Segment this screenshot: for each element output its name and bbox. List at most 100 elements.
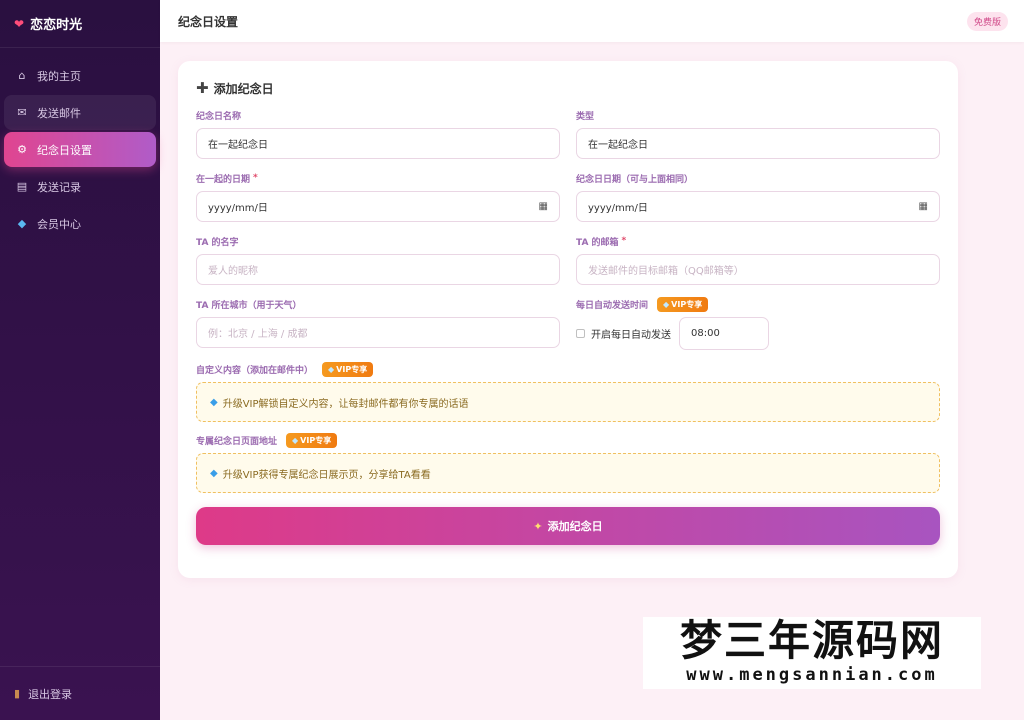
auto-send-time-input[interactable]: 08:00 [679,317,769,350]
sidebar-item-home[interactable]: ⌂ 我的主页 [4,58,156,93]
brand-name: 恋恋时光 [30,18,83,33]
diamond-icon: ◆ [17,217,27,230]
diamond-icon: ◆ [292,435,299,445]
page-url-label: 专属纪念日页面地址 ◆ VIP专享 [196,432,940,448]
name-label: 纪念日名称 [196,111,242,122]
page-url-upsell-text: 升级VIP获得专属纪念日展示页，分享给TA看看 [222,469,431,481]
ta-email-label-text: TA 的邮箱 [576,237,619,248]
sidebar-nav: ⌂ 我的主页 ✉ 发送邮件 ⚙ 纪念日设置 ▤ 发送记录 ◆ 会员中心 [0,48,160,241]
sidebar-item-label: 纪念日设置 [37,143,92,157]
vip-badge: ◆ VIP专享 [286,432,338,448]
ta-email-placeholder: 发送邮件的目标邮箱（QQ邮箱等） [588,266,744,277]
sidebar-item-send-mail[interactable]: ✉ 发送邮件 [4,95,156,130]
topbar: 纪念日设置 免费版 [160,0,1024,42]
ta-city-placeholder: 例：北京 / 上海 / 成都 [208,329,308,340]
logout-button[interactable]: ▮ 退出登录 [0,666,160,720]
together-date-label-text: 在一起的日期 [196,174,251,185]
ta-name-label: TA 的名字 [196,237,239,248]
ta-name-placeholder: 爱人的昵称 [208,266,258,277]
together-date-group: 在一起的日期 * yyyy/mm/日 ▦ [196,172,560,222]
plus-icon: ✚ [196,79,209,97]
page-title: 纪念日设置 [178,14,239,29]
diamond-icon: ◆ [210,396,218,408]
anniv-date-label: 纪念日日期（可与上面相同） [576,174,694,185]
auto-send-checkbox[interactable] [576,329,585,338]
ta-email-input[interactable]: 发送邮件的目标邮箱（QQ邮箱等） [576,254,940,285]
type-value: 在一起纪念日 [588,140,648,151]
sidebar: ❤ 恋恋时光 ⌂ 我的主页 ✉ 发送邮件 ⚙ 纪念日设置 ▤ 发送记录 ◆ 会员… [0,0,160,720]
sidebar-item-label: 发送邮件 [37,106,81,120]
ta-city-label: TA 所在城市（用于天气） [196,300,302,311]
card-title-text: 添加纪念日 [213,81,274,96]
records-icon: ▤ [16,180,28,193]
auto-send-row: 开启每日自动发送 08:00 [576,317,940,350]
anniv-date-group: 纪念日日期（可与上面相同） yyyy/mm/日 ▦ [576,172,940,222]
vip-badge-text: VIP专享 [671,299,703,309]
type-label: 类型 [576,111,595,122]
sparkle-icon: ✦ [533,519,543,533]
custom-content-label: 自定义内容（添加在邮件中） ◆ VIP专享 [196,361,940,377]
sidebar-item-anniversary-settings[interactable]: ⚙ 纪念日设置 [4,132,156,167]
together-date-value: yyyy/mm/日 [208,203,268,214]
vip-badge: ◆ VIP专享 [657,296,709,312]
watermark-cn: 梦三年源码网 [679,616,944,665]
ta-name-input[interactable]: 爱人的昵称 [196,254,560,285]
required-mark: * [621,236,627,246]
sidebar-item-label: 发送记录 [37,180,81,194]
gear-icon: ⚙ [17,143,27,156]
type-field-group: 类型 在一起纪念日 [576,109,940,159]
card-title: ✚ 添加纪念日 [196,79,940,97]
page-url-group: 专属纪念日页面地址 ◆ VIP专享 ◆ 升级VIP获得专属纪念日展示页，分享给TA… [196,432,940,493]
custom-content-label-text: 自定义内容（添加在邮件中） [196,365,314,376]
ta-email-label: TA 的邮箱 * [576,235,940,248]
door-icon: ▮ [14,687,21,700]
add-anniversary-button[interactable]: ✦ 添加纪念日 [196,507,940,545]
auto-send-label: 每日自动发送时间 ◆ VIP专享 [576,296,940,312]
watermark: 梦三年源码网 www.mengsannian.com [643,617,981,689]
sidebar-item-label: 我的主页 [37,69,81,83]
sidebar-item-membership[interactable]: ◆ 会员中心 [4,206,156,241]
custom-content-group: 自定义内容（添加在邮件中） ◆ VIP专享 ◆ 升级VIP解锁自定义内容，让每封邮… [196,361,940,422]
vip-badge-text: VIP专享 [300,435,332,445]
heart-icon: ❤ [14,16,25,31]
vip-badge: ◆ VIP专享 [322,361,374,377]
sidebar-item-label: 会员中心 [37,217,81,231]
page-url-label-text: 专属纪念日页面地址 [196,436,278,447]
together-date-input[interactable]: yyyy/mm/日 ▦ [196,191,560,222]
watermark-url: www.mengsannian.com [686,665,938,685]
ta-city-group: TA 所在城市（用于天气） 例：北京 / 上海 / 成都 [196,298,560,350]
calendar-icon[interactable]: ▦ [539,201,548,212]
logout-label: 退出登录 [28,687,73,701]
anniv-date-input[interactable]: yyyy/mm/日 ▦ [576,191,940,222]
custom-content-upsell[interactable]: ◆ 升级VIP解锁自定义内容，让每封邮件都有你专属的话语 [196,382,940,422]
time-value: 08:00 [691,328,720,339]
custom-content-upsell-text: 升级VIP解锁自定义内容，让每封邮件都有你专属的话语 [222,398,469,410]
ta-city-input[interactable]: 例：北京 / 上海 / 成都 [196,317,560,348]
diamond-icon: ◆ [663,299,670,309]
plan-badge[interactable]: 免费版 [966,11,1008,31]
mail-icon: ✉ [17,106,27,119]
sidebar-item-send-records[interactable]: ▤ 发送记录 [4,169,156,204]
name-input[interactable]: 在一起纪念日 [196,128,560,159]
vip-badge-text: VIP专享 [336,364,368,374]
name-field-group: 纪念日名称 在一起纪念日 [196,109,560,159]
page-url-upsell[interactable]: ◆ 升级VIP获得专属纪念日展示页，分享给TA看看 [196,453,940,493]
required-mark: * [253,173,258,183]
home-icon: ⌂ [18,69,26,82]
together-date-label: 在一起的日期 * [196,172,560,185]
add-anniversary-button-label: 添加纪念日 [547,520,603,533]
auto-send-group: 每日自动发送时间 ◆ VIP专享 开启每日自动发送 08:00 [576,296,940,350]
name-value: 在一起纪念日 [208,140,268,151]
anniv-date-value: yyyy/mm/日 [588,203,648,214]
ta-name-group: TA 的名字 爱人的昵称 [196,235,560,285]
type-select[interactable]: 在一起纪念日 [576,128,940,159]
diamond-icon: ◆ [328,364,335,374]
ta-email-group: TA 的邮箱 * 发送邮件的目标邮箱（QQ邮箱等） [576,235,940,285]
diamond-icon: ◆ [210,467,218,479]
brand[interactable]: ❤ 恋恋时光 [0,0,160,48]
form-grid: 纪念日名称 在一起纪念日 类型 在一起纪念日 在一起的日期 * yyyy/mm/日… [196,109,940,363]
auto-send-label-text: 每日自动发送时间 [576,300,649,311]
add-anniversary-card: ✚ 添加纪念日 纪念日名称 在一起纪念日 类型 在一起纪念日 在一起的日期 * y… [178,61,958,578]
calendar-icon[interactable]: ▦ [919,201,928,212]
auto-send-checkbox-label[interactable]: 开启每日自动发送 [591,326,671,341]
